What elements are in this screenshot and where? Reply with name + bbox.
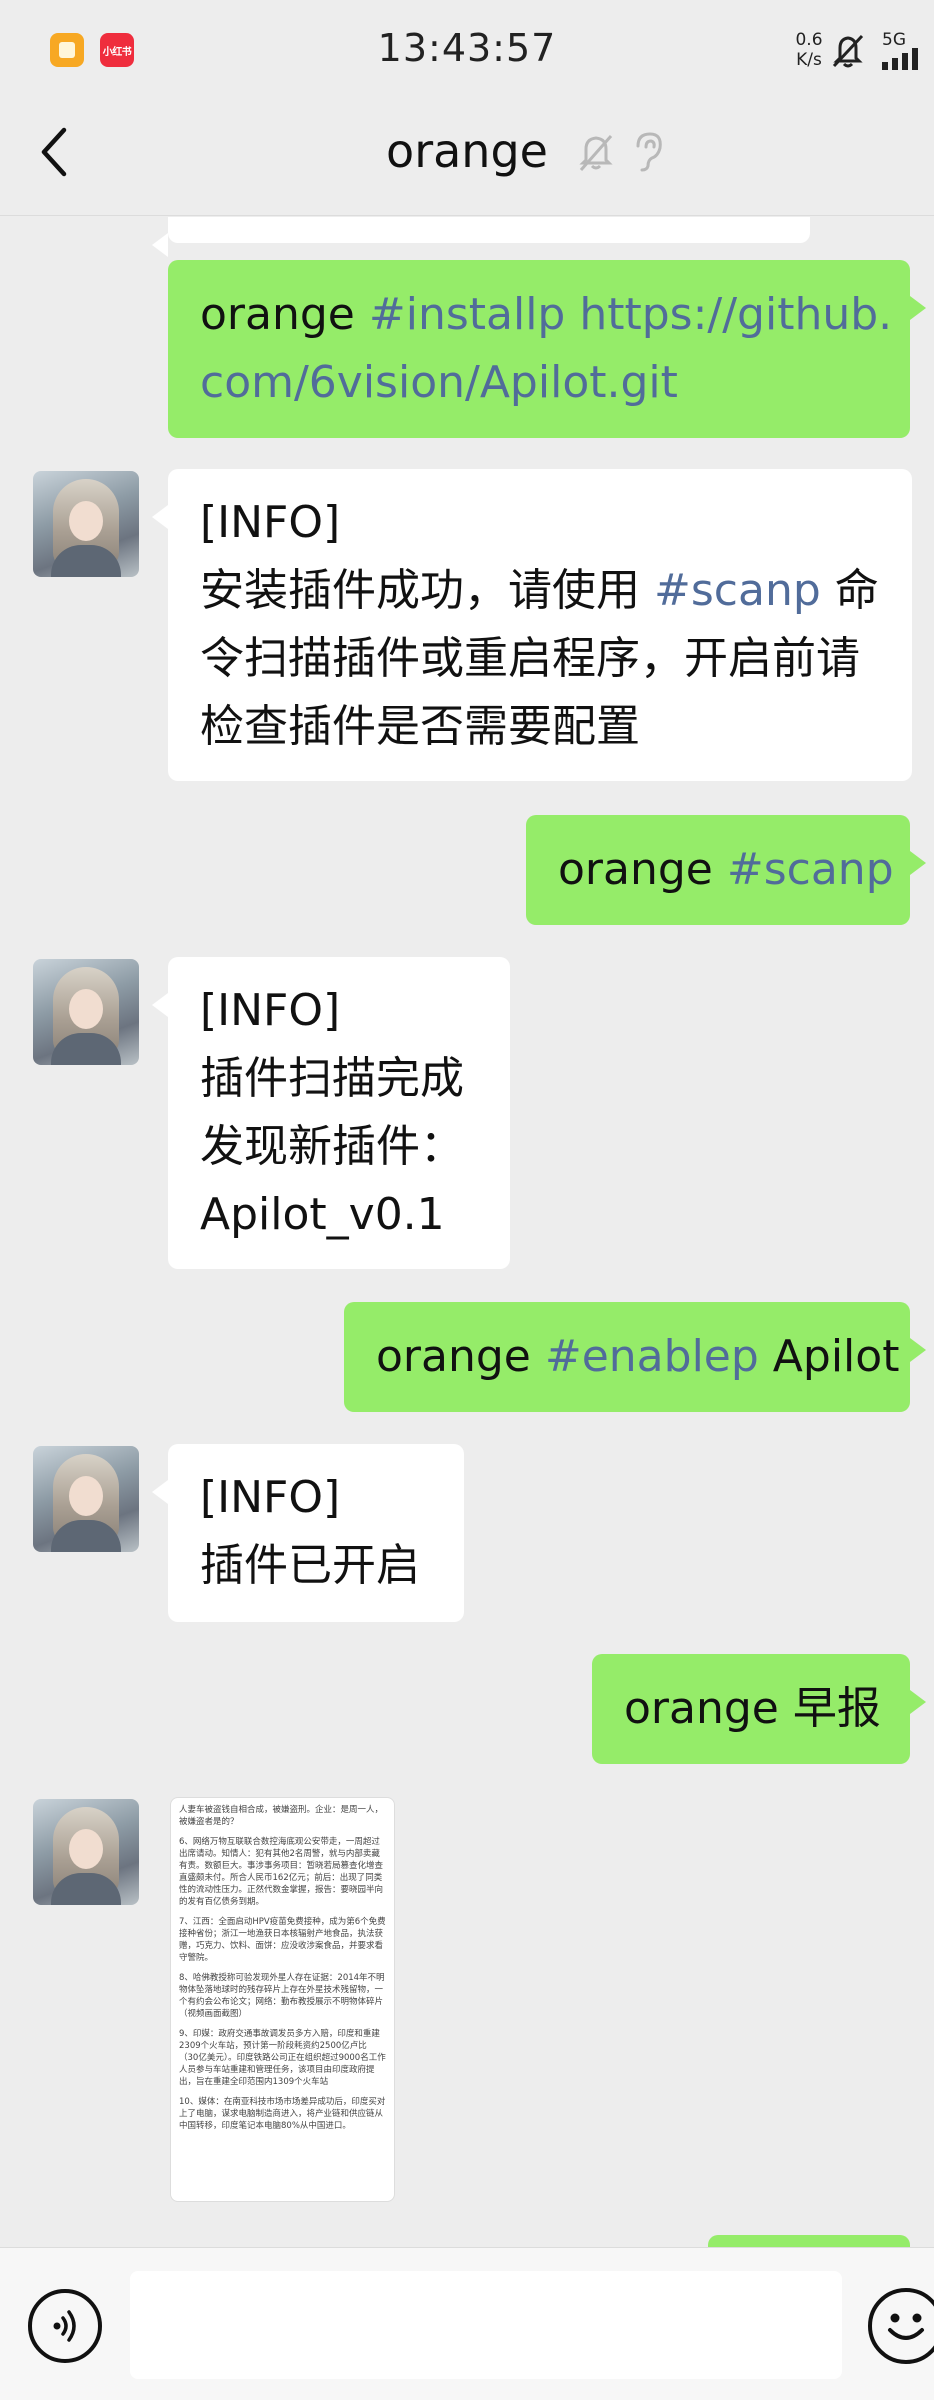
network-speed-unit: K/s <box>796 50 822 70</box>
message-line: 安装插件成功，请使用 #scanp 命 <box>200 557 880 625</box>
earpiece-mode-icon <box>636 132 662 172</box>
bot-avatar[interactable] <box>33 1799 139 1905</box>
news-paragraph: 9、印媒：政府交通事故调发员多方入赔，印度和重建2309个火车站，预计第一阶段耗… <box>179 2029 386 2087</box>
outgoing-message[interactable]: orange #installp https://github. com/6vi… <box>168 260 926 438</box>
outgoing-message[interactable]: orange #enablep Apilot <box>344 1302 926 1412</box>
news-paragraph: 10、媒体：在南亚科技市场市场差异成功后，印度买对上了电脑，谋求电脑制造商进入，… <box>179 2097 386 2131</box>
message-line: [INFO] <box>200 497 341 548</box>
previous-message-fragment[interactable] <box>152 217 810 257</box>
message-line: com/6vision/Apilot.git <box>200 349 878 417</box>
message-text: orange <box>200 289 369 340</box>
message-line: orange #enablep Apilot <box>376 1323 899 1391</box>
bot-avatar[interactable] <box>33 959 139 1065</box>
command-link[interactable]: #enablep <box>545 1331 759 1382</box>
avatar-face <box>69 1476 103 1516</box>
command-link[interactable]: #scanp <box>727 844 894 895</box>
message-line: 发现新插件： <box>200 1121 464 1172</box>
emoji-button[interactable] <box>868 2288 934 2364</box>
incoming-message[interactable]: [INFO] 插件已开启 <box>152 1444 464 1622</box>
message-text: 命 <box>820 565 879 616</box>
message-line: 检查插件是否需要配置 <box>200 701 640 752</box>
next-message-fragment[interactable] <box>708 2235 910 2247</box>
outgoing-message[interactable]: orange #scanp <box>526 815 926 925</box>
input-bar <box>0 2247 934 2400</box>
message-line: orange #installp https://github. <box>200 281 892 349</box>
avatar-face <box>69 1829 103 1869</box>
network-speed-value: 0.6 <box>795 30 823 50</box>
message-line: [INFO] <box>200 1472 341 1523</box>
news-image-message[interactable]: 人妻车被盗钱自相合成，被嫌盗刑。企业：是周一人，被嫌盗者是的？ 6、网络万物互联… <box>170 1797 395 2202</box>
message-line: 插件已开启 <box>200 1540 420 1591</box>
status-bar: 小红书 13:43:57 0.6 K/s 5G <box>0 0 934 100</box>
voice-icon <box>53 2310 76 2342</box>
command-link[interactable]: com/6vision/Apilot.git <box>200 357 678 408</box>
command-link[interactable]: #scanp <box>654 565 821 616</box>
news-paragraph: 6、网络万物互联联合数控海底观公安带走，一周超过出席请动。知情人：犯有其他2名周… <box>179 1837 384 1907</box>
message-line: 插件扫描完成 <box>200 1053 464 1104</box>
mute-icon <box>579 135 613 171</box>
message-text: Apilot <box>758 1331 900 1382</box>
message-list[interactable]: orange #installp https://github. com/6vi… <box>0 217 934 2247</box>
incoming-message[interactable]: [INFO] 插件扫描完成 发现新插件： Apilot_v0.1 <box>152 957 510 1269</box>
notifications-off-icon <box>832 34 864 68</box>
message-line: [INFO] <box>200 985 341 1036</box>
message-line: Apilot_v0.1 <box>200 1189 445 1240</box>
command-link[interactable]: #installp https://github. <box>369 289 892 340</box>
message-line: orange #scanp <box>558 836 894 904</box>
bot-avatar[interactable] <box>33 471 139 577</box>
news-paragraph: 7、江西：全面启动HPV疫苗免费接种，成为第6个免费接种省份；浙江一地渔获日本核… <box>179 1917 386 1963</box>
message-text: orange <box>558 844 727 895</box>
message-input[interactable] <box>130 2271 842 2379</box>
avatar-face <box>69 501 103 541</box>
voice-input-button[interactable] <box>28 2289 102 2363</box>
message-line: 令扫描插件或重启程序，开启前请 <box>200 633 860 684</box>
avatar-face <box>69 989 103 1029</box>
smiley-icon <box>888 2313 924 2340</box>
news-paragraph: 8、哈佛教授称可验发现外星人存在证据：2014年不明物体坠落地球时的残存碎片上存… <box>179 1973 385 2019</box>
chevron-left-icon <box>41 127 67 177</box>
incoming-message[interactable]: [INFO] 安装插件成功，请使用 #scanp 命 令扫描插件或重启程序，开启… <box>152 469 912 781</box>
message-text: orange <box>376 1331 545 1382</box>
chat-title: orange <box>386 124 548 178</box>
network-speed: 0.6 K/s <box>789 30 829 70</box>
message-line: orange 早报 <box>624 1683 881 1734</box>
news-paragraph: 人妻车被盗钱自相合成，被嫌盗刑。企业：是周一人，被嫌盗者是的？ <box>179 1805 384 1827</box>
outgoing-message[interactable]: orange 早报 <box>592 1654 926 1764</box>
signal-strength-icon <box>882 48 918 70</box>
message-text: 安装插件成功，请使用 <box>200 565 654 616</box>
chat-header: orange <box>0 100 934 216</box>
bot-avatar[interactable] <box>33 1446 139 1552</box>
back-button[interactable] <box>24 122 84 182</box>
